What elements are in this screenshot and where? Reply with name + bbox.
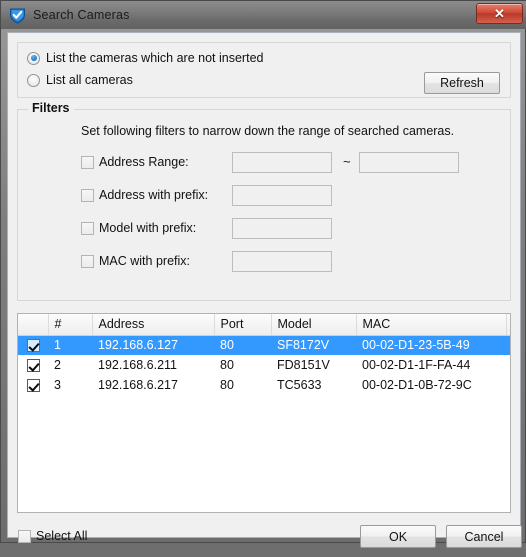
select-all-checkbox[interactable] (18, 529, 31, 543)
filters-description: Set following filters to narrow down the… (81, 124, 455, 138)
filter-row-model-prefix: Model with prefix: (81, 218, 196, 238)
column-header-number[interactable]: # (48, 314, 93, 336)
checkbox-mac-prefix[interactable] (81, 254, 94, 268)
shield-check-icon (10, 8, 25, 24)
cell-mac: 00-02-D1-1F-FA-44 (362, 358, 471, 372)
table-header: # Address Port Model MAC (18, 314, 510, 336)
cancel-button[interactable]: Cancel (446, 525, 522, 548)
ok-button[interactable]: OK (360, 525, 436, 548)
cell-filler (506, 355, 510, 375)
label-mac-prefix: MAC with prefix: (99, 254, 190, 268)
row-select-cell[interactable] (18, 375, 48, 395)
table-row[interactable]: 3 192.168.6.217 80 TC5633 00-02-D1-0B-72… (18, 375, 510, 395)
title-bar: Search Cameras ✕ (1, 1, 526, 29)
row-checkbox[interactable] (26, 339, 40, 353)
search-cameras-dialog: Search Cameras ✕ List the cameras which … (0, 0, 526, 548)
cell-number: 2 (54, 358, 61, 372)
filter-row-mac-prefix: MAC with prefix: (81, 251, 190, 271)
radio-option-not-inserted[interactable]: List the cameras which are not inserted (27, 51, 263, 65)
close-button[interactable]: ✕ (476, 3, 523, 24)
cell-address: 192.168.6.217 (98, 378, 178, 392)
checkbox-model-prefix[interactable] (81, 221, 94, 235)
label-model-prefix: Model with prefix: (99, 221, 197, 235)
range-separator-tilde: ~ (343, 154, 351, 169)
cell-mac: 00-02-D1-23-5B-49 (356, 335, 506, 355)
input-address-range-from[interactable] (232, 152, 332, 173)
close-icon: ✕ (494, 6, 505, 21)
window-title: Search Cameras (33, 8, 130, 22)
cell-filler (506, 375, 510, 395)
label-address-range: Address Range: (99, 155, 189, 169)
column-header-model[interactable]: Model (271, 314, 357, 336)
cell-number: 1 (48, 335, 92, 355)
refresh-button[interactable]: Refresh (424, 72, 500, 94)
filters-legend: Filters (28, 101, 74, 115)
cell-mac: 00-02-D1-0B-72-9C (362, 378, 472, 392)
table-row[interactable]: 1 192.168.6.127 80 SF8172V 00-02-D1-23-5… (18, 335, 510, 355)
radio-not-inserted-label: List the cameras which are not inserted (46, 51, 264, 65)
column-header-mac[interactable]: MAC (356, 314, 507, 336)
row-checkbox[interactable] (26, 379, 40, 393)
cell-model: TC5633 (277, 378, 322, 392)
filter-row-address-prefix: Address with prefix: (81, 185, 208, 205)
cell-address: 192.168.6.211 (98, 358, 178, 372)
cell-port: 80 (220, 378, 234, 392)
label-address-prefix: Address with prefix: (99, 188, 209, 202)
filter-row-address-range: Address Range: (81, 152, 189, 172)
column-header-filler (506, 314, 510, 336)
camera-results-panel[interactable]: # Address Port Model MAC 1 192.168.6.127… (17, 313, 511, 513)
cell-model: FD8151V (277, 358, 330, 372)
radio-all-cameras-label: List all cameras (46, 73, 133, 87)
cell-number: 3 (54, 378, 61, 392)
radio-all-cameras-icon[interactable] (27, 73, 40, 87)
radio-option-all-cameras[interactable]: List all cameras (27, 73, 133, 87)
checkbox-address-prefix[interactable] (81, 188, 94, 202)
cell-filler (506, 335, 510, 355)
camera-results-table: # Address Port Model MAC 1 192.168.6.127… (18, 314, 510, 395)
column-header-address[interactable]: Address (92, 314, 215, 336)
row-select-cell[interactable] (18, 355, 48, 375)
input-mac-prefix[interactable] (232, 251, 332, 272)
select-all-row[interactable]: Select All (18, 529, 87, 543)
radio-not-inserted-icon[interactable] (27, 51, 40, 65)
cell-port: 80 (214, 335, 271, 355)
column-header-select[interactable] (18, 314, 49, 336)
input-address-prefix[interactable] (232, 185, 332, 206)
cell-address: 192.168.6.127 (92, 335, 214, 355)
cell-port: 80 (220, 358, 234, 372)
checkbox-address-range[interactable] (81, 155, 94, 169)
cell-model: SF8172V (271, 335, 356, 355)
dialog-client-area: List the cameras which are not inserted … (7, 32, 522, 548)
select-all-label: Select All (36, 529, 88, 543)
input-model-prefix[interactable] (232, 218, 332, 239)
filters-group-box: Filters Set following filters to narrow … (17, 101, 511, 301)
dialog-footer: Select All OK Cancel (8, 521, 522, 557)
row-select-cell[interactable] (18, 335, 48, 355)
table-header-row: # Address Port Model MAC (18, 314, 510, 336)
table-row[interactable]: 2 192.168.6.211 80 FD8151V 00-02-D1-1F-F… (18, 355, 510, 375)
column-header-port[interactable]: Port (214, 314, 272, 336)
table-body: 1 192.168.6.127 80 SF8172V 00-02-D1-23-5… (18, 335, 510, 395)
list-mode-panel: List the cameras which are not inserted … (17, 42, 511, 98)
row-checkbox[interactable] (26, 359, 40, 373)
input-address-range-to[interactable] (359, 152, 459, 173)
